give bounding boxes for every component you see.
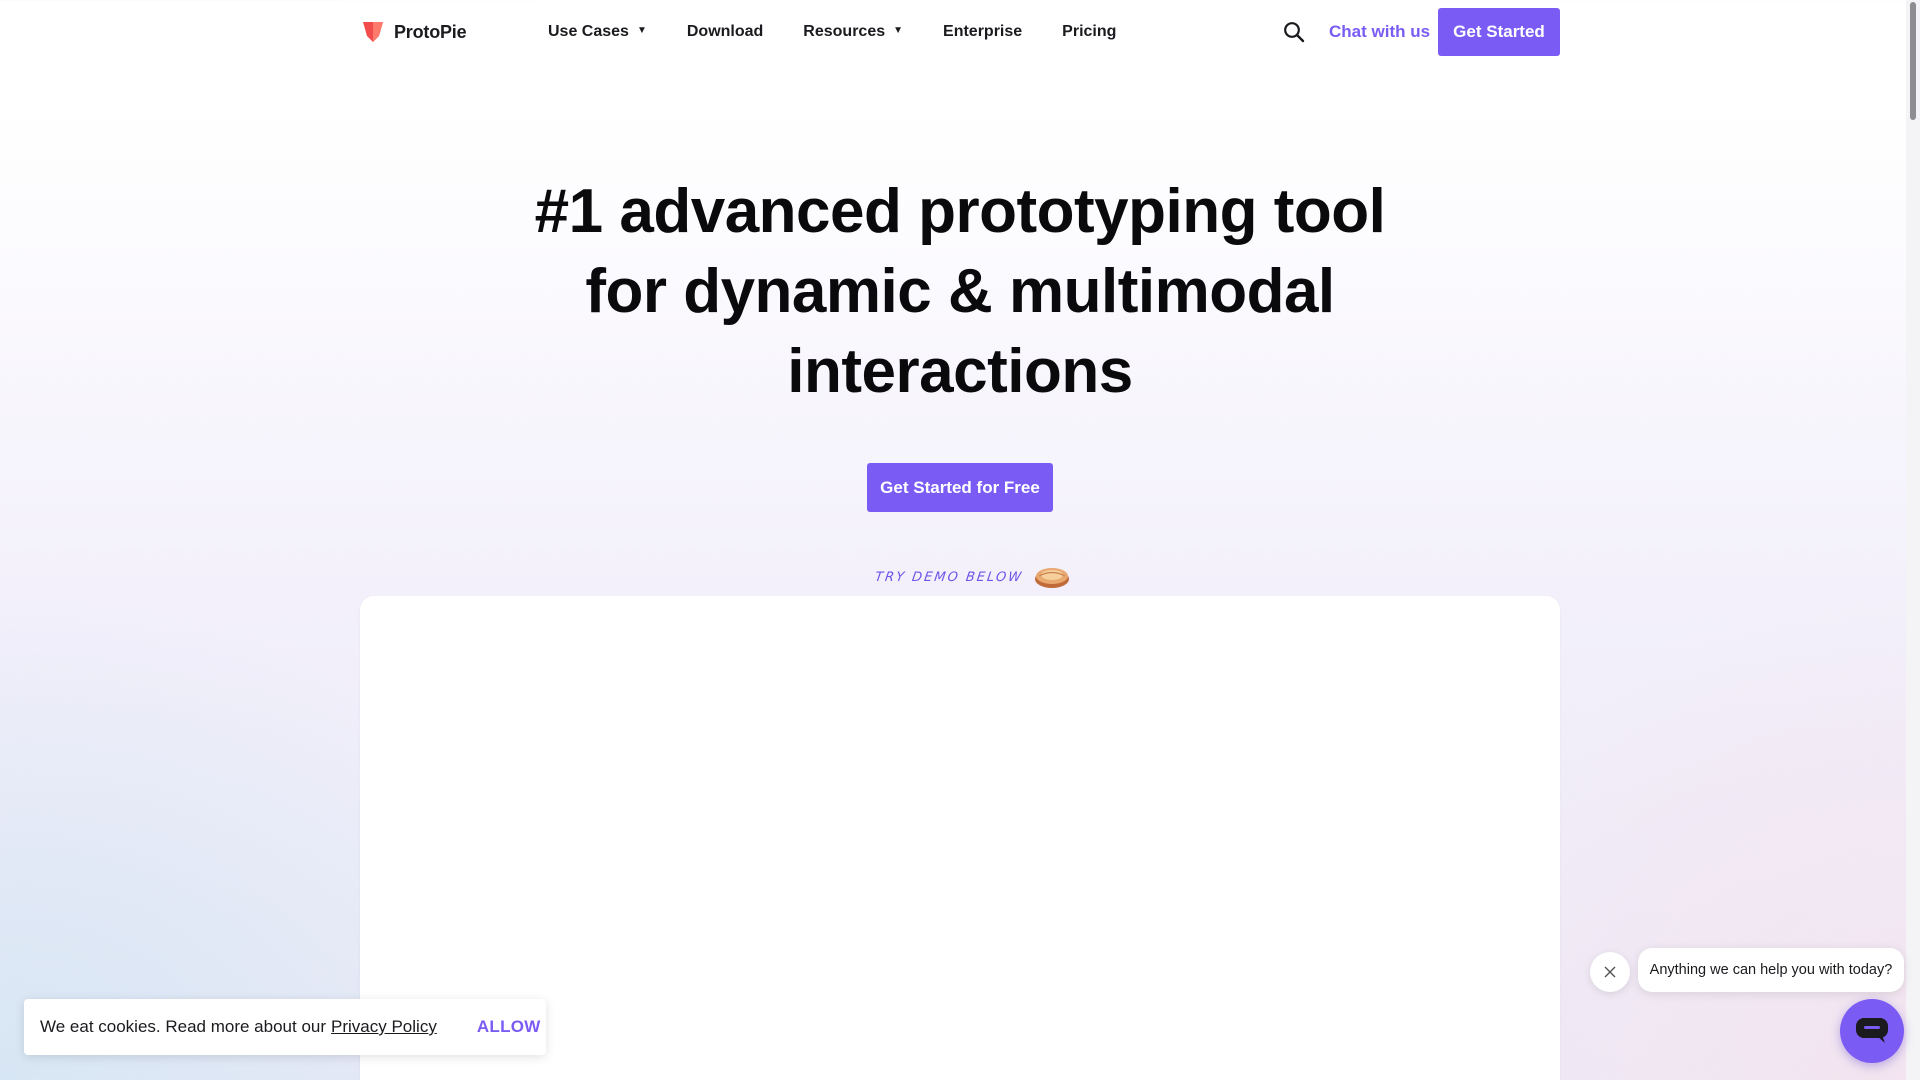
logo-text: ProtoPie [394, 21, 467, 42]
chat-prompt-text: Anything we can help you with today? [1649, 962, 1893, 978]
caret-down-icon: ▼ [893, 25, 904, 36]
nav-item-pricing[interactable]: Pricing [1062, 23, 1116, 41]
cookie-allow-button[interactable]: ALLOW [477, 1017, 541, 1037]
nav-item-label: Enterprise [943, 23, 1023, 40]
cookie-banner: We eat cookies. Read more about our Priv… [24, 999, 546, 1055]
chat-with-us-link[interactable]: Chat with us [1329, 20, 1430, 44]
headline-line: interactions [787, 337, 1133, 406]
page-scrollbar[interactable] [1906, 0, 1920, 1080]
scrollbar-thumb[interactable] [1910, 2, 1916, 120]
chat-bubble-icon [1856, 1018, 1888, 1043]
get-started-free-button[interactable]: Get Started for Free [867, 463, 1053, 512]
nav-item-download[interactable]: Download [687, 23, 763, 41]
nav-item-label: Use Cases [548, 23, 629, 40]
site-header: ProtoPie Use Cases ▼ Download Resources … [0, 0, 1906, 64]
protopie-logo-icon [363, 22, 383, 42]
cookie-text: We eat cookies. Read more about our [40, 1017, 327, 1036]
headline-line: #1 advanced prototyping tool [534, 177, 1386, 246]
demo-hint: Try demo below [873, 564, 1071, 590]
nav-item-resources[interactable]: Resources ▼ [803, 23, 903, 41]
chat-launcher-button[interactable] [1840, 999, 1904, 1063]
nav-item-use-cases[interactable]: Use Cases ▼ [548, 23, 647, 41]
close-icon [1604, 966, 1616, 978]
nav-item-label: Resources [803, 23, 886, 40]
search-icon[interactable] [1283, 21, 1305, 43]
protopie-logo[interactable]: ProtoPie [362, 20, 467, 44]
nav-item-label: Download [686, 23, 764, 40]
chat-dismiss-button[interactable] [1590, 952, 1630, 992]
main-nav: Use Cases ▼ Download Resources ▼ Enterpr… [548, 20, 1116, 44]
demo-hint-text: Try demo below [873, 569, 1024, 585]
hero-headline: #1 advanced prototyping tool for dynamic… [460, 172, 1460, 412]
pie-icon [1034, 568, 1069, 588]
headline-line: for dynamic & multimodal [585, 257, 1335, 326]
caret-down-icon: ▼ [636, 25, 647, 36]
privacy-policy-link[interactable]: Privacy Policy [331, 1017, 437, 1037]
nav-item-label: Pricing [1062, 23, 1117, 40]
nav-item-enterprise[interactable]: Enterprise [943, 23, 1022, 41]
get-started-button[interactable]: Get Started [1438, 8, 1560, 56]
chat-prompt-bubble[interactable]: Anything we can help you with today? [1638, 948, 1904, 992]
